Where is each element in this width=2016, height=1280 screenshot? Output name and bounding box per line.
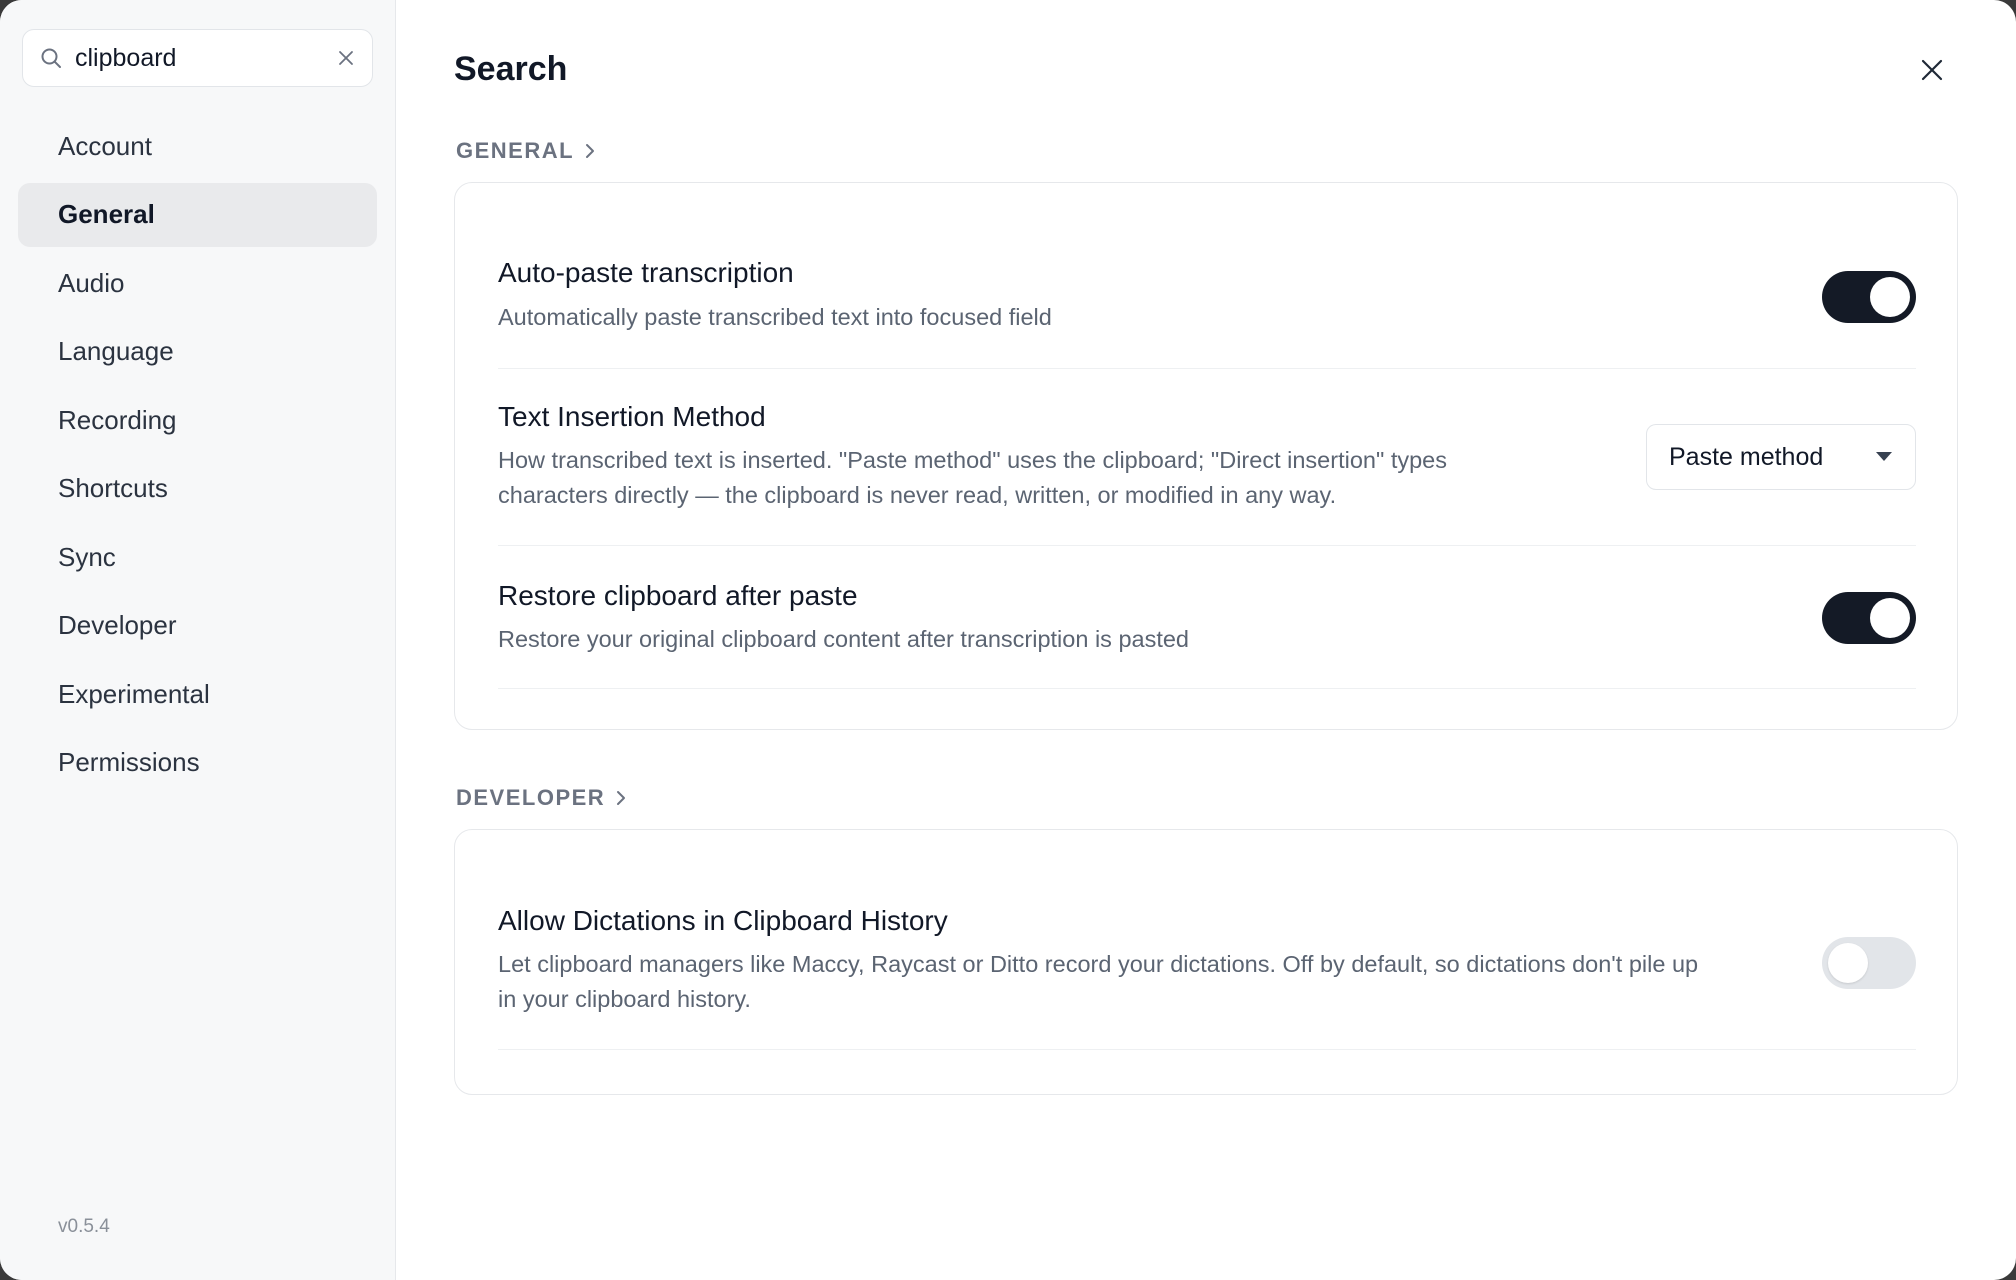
toggle-knob — [1870, 598, 1910, 638]
sidebar-item-account[interactable]: Account — [18, 114, 377, 178]
sidebar-item-recording[interactable]: Recording — [18, 388, 377, 452]
sidebar-item-shortcuts[interactable]: Shortcuts — [18, 457, 377, 521]
sidebar-nav: Account General Audio Language Recording… — [18, 114, 377, 799]
setting-title: Restore clipboard after paste — [498, 580, 858, 611]
setting-description-line-1: Let clipboard managers like Maccy, Rayca… — [498, 951, 1699, 977]
setting-row-text-insertion: Text Insertion Method How transcribed te… — [498, 369, 1916, 546]
main-panel: Search GENERAL Auto-paste transcription … — [396, 0, 2016, 1280]
close-button[interactable] — [1914, 52, 1950, 88]
chevron-right-icon — [586, 144, 595, 158]
settings-card-developer: Allow Dictations in Clipboard History Le… — [454, 829, 1958, 1095]
search-icon — [37, 44, 65, 72]
chevron-right-icon — [617, 791, 626, 805]
sidebar-item-general[interactable]: General — [18, 182, 377, 247]
sidebar-item-audio[interactable]: Audio — [18, 251, 377, 315]
settings-card-general: Auto-paste transcription Automatically p… — [454, 182, 1958, 730]
page-title: Search — [454, 50, 568, 88]
section-title: DEVELOPER — [456, 785, 606, 810]
search-input[interactable]: clipboard — [75, 44, 334, 73]
search-field[interactable]: clipboard — [22, 29, 373, 87]
sidebar: clipboard Account General Audio Language… — [0, 0, 396, 1280]
setting-description: Restore your original clipboard content … — [498, 626, 1190, 652]
text-insertion-method-select[interactable]: Paste method — [1646, 424, 1916, 490]
sidebar-item-developer[interactable]: Developer — [18, 594, 377, 658]
restore-clipboard-toggle[interactable] — [1822, 592, 1916, 644]
setting-title: Auto-paste transcription — [498, 257, 794, 288]
clipboard-history-toggle[interactable] — [1822, 937, 1916, 989]
section-header-developer[interactable]: DEVELOPER — [456, 785, 627, 811]
toggle-knob — [1870, 277, 1910, 317]
sidebar-item-experimental[interactable]: Experimental — [18, 662, 377, 726]
select-value: Paste method — [1669, 442, 1824, 471]
sidebar-item-language[interactable]: Language — [18, 320, 377, 384]
caret-down-icon — [1876, 452, 1892, 461]
sidebar-item-permissions[interactable]: Permissions — [18, 731, 377, 795]
settings-window: clipboard Account General Audio Language… — [0, 0, 2016, 1280]
setting-description-line-1: How transcribed text is inserted. "Paste… — [498, 447, 1447, 473]
setting-description: Automatically paste transcribed text int… — [498, 304, 1052, 330]
close-icon — [1921, 59, 1943, 81]
setting-row-restore-clipboard: Restore clipboard after paste Restore yo… — [498, 546, 1916, 689]
auto-paste-toggle[interactable] — [1822, 271, 1916, 323]
setting-title: Text Insertion Method — [498, 401, 766, 432]
sidebar-item-sync[interactable]: Sync — [18, 525, 377, 589]
setting-title: Allow Dictations in Clipboard History — [498, 905, 948, 936]
toggle-knob — [1828, 943, 1868, 983]
setting-description-line-2: characters directly — the clipboard is n… — [498, 482, 1337, 508]
section-title: GENERAL — [456, 138, 575, 163]
section-header-general[interactable]: GENERAL — [456, 138, 596, 164]
version-label: v0.5.4 — [58, 1216, 110, 1237]
setting-row-auto-paste: Auto-paste transcription Automatically p… — [498, 183, 1916, 369]
setting-description-line-2: in your clipboard history. — [498, 986, 751, 1012]
setting-row-clipboard-history: Allow Dictations in Clipboard History Le… — [498, 830, 1916, 1050]
clear-search-icon[interactable] — [334, 46, 358, 70]
